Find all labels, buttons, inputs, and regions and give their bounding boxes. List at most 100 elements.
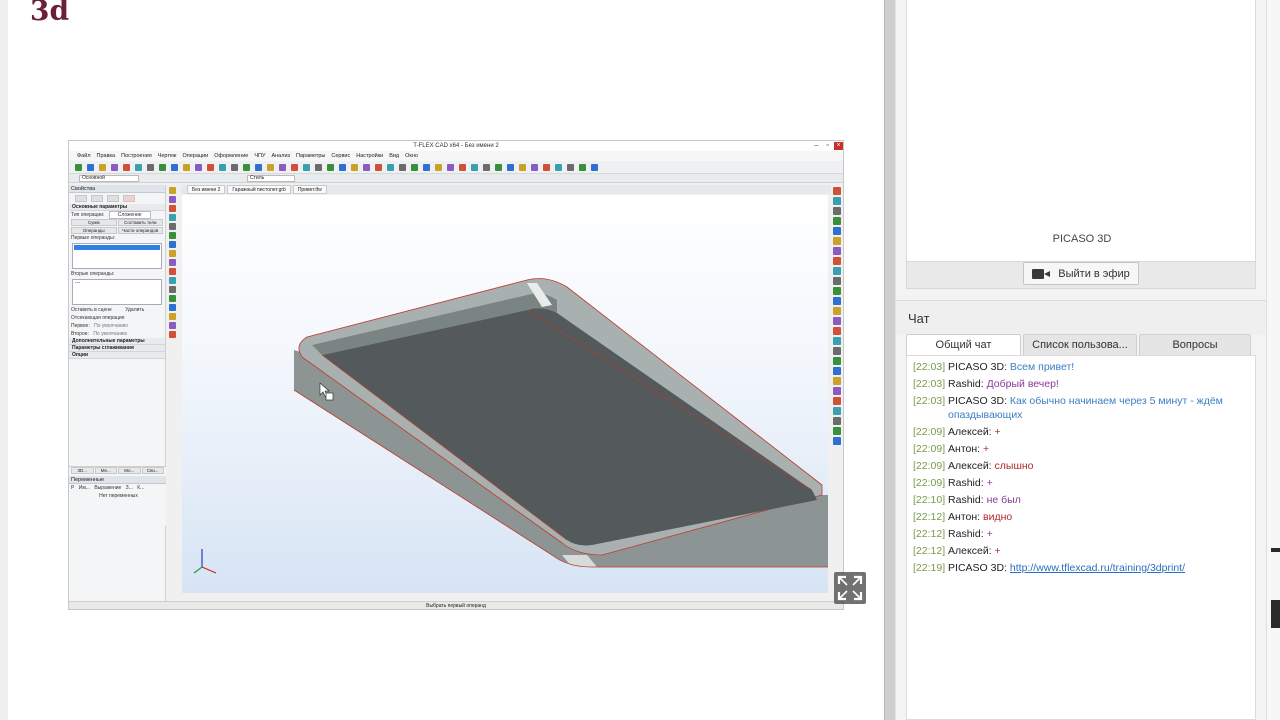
view-tool-icon[interactable] <box>833 317 841 325</box>
vars-col[interactable]: Р <box>71 485 74 491</box>
toolbar-tool-icon[interactable] <box>519 164 526 171</box>
toolbar-tool-icon[interactable] <box>543 164 550 171</box>
toolbar-tool-icon[interactable] <box>471 164 478 171</box>
preview-icon[interactable] <box>107 195 119 202</box>
view-tool-icon[interactable] <box>833 397 841 405</box>
keep-checkbox[interactable]: Оставить в сцене <box>71 307 112 313</box>
toolbar-tool-icon[interactable] <box>339 164 346 171</box>
message-author[interactable]: Rashid: <box>948 494 984 506</box>
toolbar-tool-icon[interactable] <box>435 164 442 171</box>
viewport-tool-icon[interactable] <box>169 241 176 248</box>
cad-menu-item[interactable]: Вид <box>389 151 399 161</box>
first-operands-selection[interactable] <box>74 245 160 250</box>
view-tool-icon[interactable] <box>833 267 841 275</box>
section-main-params[interactable]: Основные параметры <box>69 204 165 211</box>
cad-menu-item[interactable]: Настройки <box>356 151 383 161</box>
cad-menu-item[interactable]: Анализ <box>271 151 290 161</box>
viewport-tool-icon[interactable] <box>169 331 176 338</box>
cad-menu-item[interactable]: ЧПУ <box>254 151 265 161</box>
tab-operands[interactable]: Операнды <box>71 227 117 234</box>
bottom-tab[interactable]: 3D... <box>71 467 94 474</box>
message-author[interactable]: Rashid: <box>948 378 984 390</box>
view-tool-icon[interactable] <box>833 407 841 415</box>
chat-messages[interactable]: [22:03] PICASO 3D: Всем привет! [22:03] R… <box>906 355 1256 720</box>
tab-general-chat[interactable]: Общий чат <box>906 334 1021 356</box>
second-select[interactable]: По умолчанию <box>93 331 127 337</box>
toolbar-tool-icon[interactable] <box>567 164 574 171</box>
toolbar-tool-icon[interactable] <box>195 164 202 171</box>
toolbar-tool-icon[interactable] <box>99 164 106 171</box>
column-divider[interactable] <box>884 0 896 720</box>
cad-menu-item[interactable]: Построения <box>121 151 152 161</box>
bottom-tab[interactable]: Мо... <box>118 467 141 474</box>
toolbar-tool-icon[interactable] <box>87 164 94 171</box>
toolbar-tool-icon[interactable] <box>423 164 430 171</box>
message-author[interactable]: Rashid: <box>948 477 984 489</box>
toolbar-tool-icon[interactable] <box>183 164 190 171</box>
section-extra-params[interactable]: Дополнительные параметры <box>69 338 165 345</box>
vars-col[interactable]: К... <box>137 485 144 491</box>
message-link[interactable]: http://www.tflexcad.ru/training/3dprint/ <box>1010 562 1185 574</box>
view-tool-icon[interactable] <box>833 337 841 345</box>
message-author[interactable]: PICASO 3D: <box>948 562 1007 574</box>
message-author[interactable]: Антон: <box>948 443 980 455</box>
toolbar-tool-icon[interactable] <box>75 164 82 171</box>
ok-icon[interactable] <box>75 195 87 202</box>
cad-menu-item[interactable]: Окно <box>405 151 418 161</box>
tab-user-list[interactable]: Список пользова... <box>1023 334 1137 356</box>
tab-questions[interactable]: Вопросы <box>1139 334 1251 356</box>
cad-menu-item[interactable]: Сервис <box>331 151 350 161</box>
viewport-tool-icon[interactable] <box>169 259 176 266</box>
toolbar-tool-icon[interactable] <box>111 164 118 171</box>
toolbar-tool-icon[interactable] <box>279 164 286 171</box>
message-author[interactable]: Rashid: <box>948 528 984 540</box>
view-tool-icon[interactable] <box>833 197 841 205</box>
message-author[interactable]: Алексей: <box>948 460 992 472</box>
view-tool-icon[interactable] <box>833 387 841 395</box>
vars-col[interactable]: Им... <box>79 485 90 491</box>
close-icon[interactable]: × <box>834 142 843 150</box>
toolbar-tool-icon[interactable] <box>579 164 586 171</box>
cad-menu-item[interactable]: Файл <box>77 151 91 161</box>
layer-select[interactable]: Основной <box>79 175 139 182</box>
tab-sum[interactable]: Сумм <box>71 219 117 226</box>
video-player[interactable]: T-FLEX CAD x64 - Без имени 2 – ▫ × Файл П… <box>37 138 875 612</box>
view-tool-icon[interactable] <box>833 277 841 285</box>
vars-col[interactable]: Выражение <box>94 485 121 491</box>
view-tool-icon[interactable] <box>833 227 841 235</box>
viewport-tool-icon[interactable] <box>169 322 176 329</box>
viewport-tool-icon[interactable] <box>169 196 176 203</box>
section-options[interactable]: Опции <box>69 352 165 359</box>
viewport-tool-icon[interactable] <box>169 205 176 212</box>
fullscreen-button[interactable] <box>834 572 866 604</box>
viewport-tool-icon[interactable] <box>169 268 176 275</box>
toolbar-tool-icon[interactable] <box>219 164 226 171</box>
toolbar-tool-icon[interactable] <box>459 164 466 171</box>
view-tool-icon[interactable] <box>833 327 841 335</box>
second-operands-list[interactable]: --- <box>72 279 162 305</box>
cancel-icon[interactable] <box>123 195 135 202</box>
toolbar-tool-icon[interactable] <box>243 164 250 171</box>
first-select[interactable]: По умолчанию <box>94 323 128 329</box>
viewport-tool-icon[interactable] <box>169 232 176 239</box>
viewport-tool-icon[interactable] <box>169 187 176 194</box>
viewport-tool-icon[interactable] <box>169 295 176 302</box>
viewport-tool-icon[interactable] <box>169 223 176 230</box>
apply-icon[interactable] <box>91 195 103 202</box>
view-tool-icon[interactable] <box>833 297 841 305</box>
doc-tab[interactable]: Без имени 2 <box>187 185 226 194</box>
toolbar-tool-icon[interactable] <box>591 164 598 171</box>
toolbar-tool-icon[interactable] <box>555 164 562 171</box>
viewport-tool-icon[interactable] <box>169 277 176 284</box>
message-author[interactable]: Антон: <box>948 511 980 523</box>
doc-tab[interactable]: Привет.tfw <box>292 185 327 194</box>
cad-menu-item[interactable]: Оформление <box>214 151 248 161</box>
toolbar-tool-icon[interactable] <box>327 164 334 171</box>
toolbar-tool-icon[interactable] <box>387 164 394 171</box>
viewport-tool-icon[interactable] <box>169 214 176 221</box>
toolbar-tool-icon[interactable] <box>267 164 274 171</box>
toolbar-tool-icon[interactable] <box>255 164 262 171</box>
doc-tab[interactable]: Гаражный пистолет.grb <box>227 185 291 194</box>
toolbar-tool-icon[interactable] <box>375 164 382 171</box>
vars-col[interactable]: З... <box>126 485 133 491</box>
